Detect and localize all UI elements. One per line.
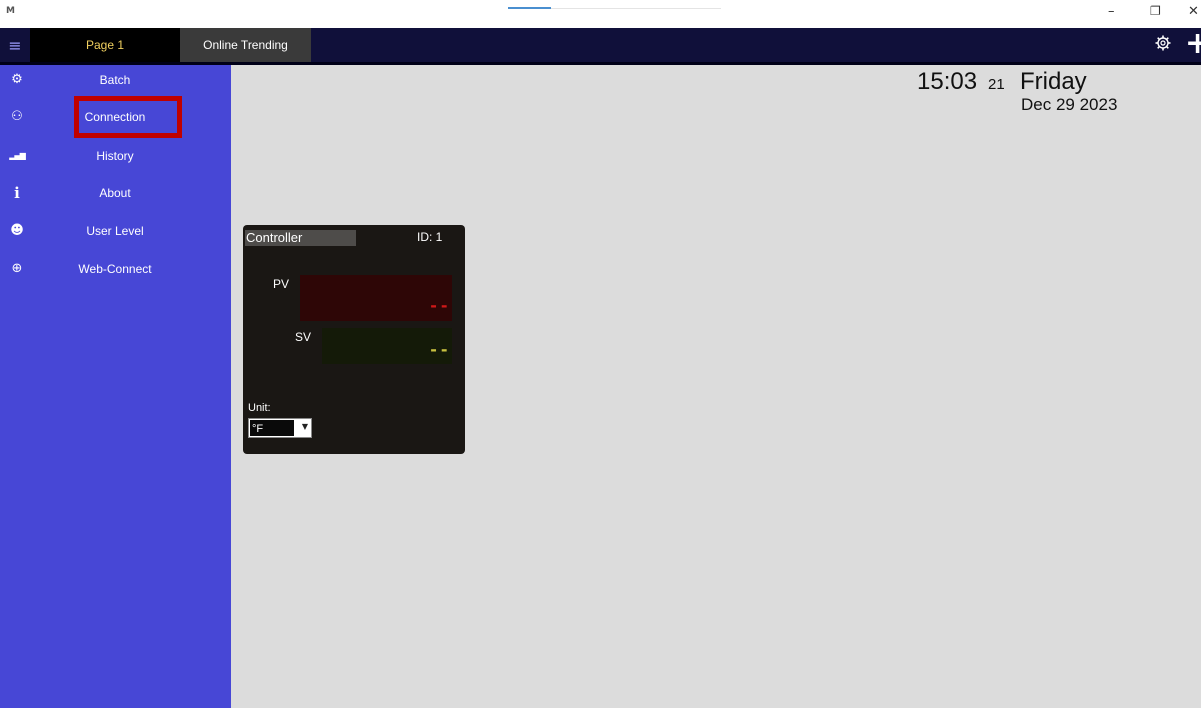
tab-online-trending[interactable]: Online Trending — [180, 28, 311, 62]
info-icon: i — [14, 184, 20, 202]
sidebar-item-user-level[interactable]: ☻ User Level — [0, 216, 231, 246]
pv-label: PV — [273, 277, 290, 291]
unit-selected-value: °F — [249, 419, 295, 437]
title-progress-indicator — [508, 7, 551, 9]
sidebar-item-label: User Level — [86, 224, 144, 238]
title-bar: M – ❐ ✕ — [0, 0, 1201, 28]
sidebar-item-web-connect[interactable]: ⊕ Web-Connect — [0, 254, 231, 284]
tab-page-1[interactable]: Page 1 — [30, 28, 180, 62]
title-progress-track — [551, 8, 721, 9]
sidebar-item-batch[interactable]: ⚙ Batch — [0, 65, 231, 95]
controller-widget[interactable]: Controller ID: 1 PV -- SV -- Unit: °F ▼ — [243, 225, 465, 454]
app-logo-icon: M — [6, 6, 15, 16]
sidebar-item-label: About — [99, 186, 131, 200]
close-button[interactable]: ✕ — [1188, 4, 1199, 19]
sv-value: -- — [428, 340, 450, 359]
hamburger-menu-icon[interactable]: ≡ — [0, 28, 30, 62]
pv-display: -- — [300, 275, 452, 321]
globe-icon: ⊕ — [11, 261, 23, 276]
sv-label: SV — [295, 330, 312, 344]
sidebar-item-history[interactable]: ▂▄▆ History — [0, 141, 231, 171]
sidebar-item-label: Batch — [99, 73, 131, 87]
gears-icon: ⚙ — [11, 72, 23, 87]
clock-day: Friday — [1020, 68, 1087, 95]
add-page-icon[interactable]: + — [1185, 29, 1201, 59]
connection-highlight-frame — [74, 96, 182, 138]
restore-button[interactable]: ❐ — [1150, 4, 1161, 18]
minimize-button[interactable]: – — [1108, 4, 1115, 19]
sidebar-item-label: Web-Connect — [78, 262, 152, 276]
chevron-down-icon: ▼ — [301, 422, 308, 431]
sidebar-item-about[interactable]: i About — [0, 178, 231, 208]
settings-gear-icon[interactable] — [1155, 34, 1171, 52]
sv-display: -- — [322, 328, 452, 364]
clock-seconds: 21 — [988, 76, 1005, 93]
users-icon: ☻ — [10, 223, 24, 238]
clock-time: 15:03 — [917, 68, 978, 95]
pv-value: -- — [428, 296, 450, 315]
sidebar-item-label: History — [96, 149, 134, 163]
unit-dropdown[interactable]: °F ▼ — [248, 418, 312, 438]
controller-title: Controller — [245, 230, 356, 246]
clock-date: Dec 29 2023 — [1021, 95, 1118, 114]
unit-label: Unit: — [248, 402, 271, 414]
top-navigation-bar: ≡ Page 1 Online Trending + — [0, 28, 1201, 65]
sidebar: ⚙ Batch ⚇ Connection ▂▄▆ History i About… — [0, 65, 231, 708]
share-icon: ⚇ — [11, 109, 23, 124]
controller-id: ID: 1 — [417, 230, 443, 244]
bar-chart-icon: ▂▄▆ — [9, 151, 25, 160]
